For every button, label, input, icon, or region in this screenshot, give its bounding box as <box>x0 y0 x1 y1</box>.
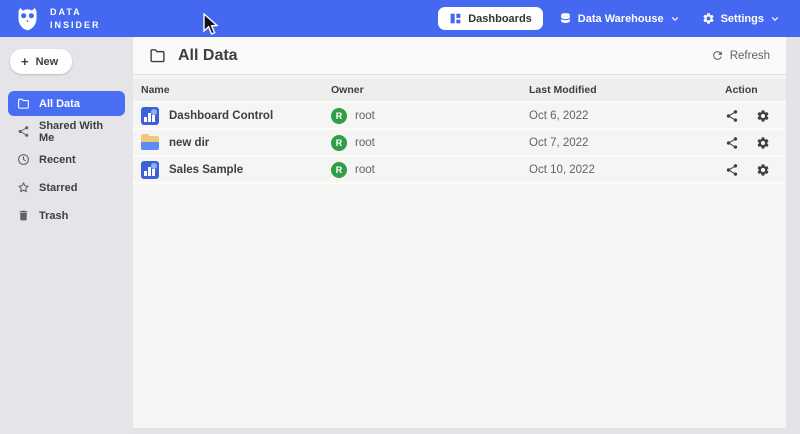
refresh-label: Refresh <box>730 50 770 62</box>
owl-logo-icon <box>14 5 41 32</box>
trash-icon <box>17 209 30 222</box>
owner-name: root <box>355 164 375 176</box>
owner-avatar: R <box>331 108 347 124</box>
owner-avatar: R <box>331 135 347 151</box>
gear-icon <box>702 12 715 25</box>
settings-menu[interactable]: Settings <box>696 7 786 30</box>
main-panel: All Data Refresh Name Owner Last Modifie… <box>133 37 786 428</box>
file-name[interactable]: new dir <box>169 137 209 149</box>
column-header-name: Name <box>133 84 331 96</box>
chevron-down-icon <box>670 14 680 24</box>
table-row[interactable]: Dashboard Control R root Oct 6, 2022 <box>133 103 786 130</box>
brand-name: DATA INSIDER <box>50 6 101 30</box>
last-modified: Oct 7, 2022 <box>529 137 725 149</box>
plus-icon: + <box>21 54 29 69</box>
file-name[interactable]: Dashboard Control <box>169 110 273 122</box>
folder-icon <box>17 97 30 110</box>
table-row[interactable]: new dir R root Oct 7, 2022 <box>133 130 786 157</box>
last-modified: Oct 6, 2022 <box>529 110 725 122</box>
dashboard-file-icon <box>141 107 159 125</box>
refresh-button[interactable]: Refresh <box>711 49 770 62</box>
share-icon <box>17 125 30 138</box>
column-header-last-modified: Last Modified <box>529 84 725 96</box>
folder-icon <box>149 47 166 64</box>
data-table: Name Owner Last Modified Action Dashboar… <box>133 79 786 184</box>
new-button-label: New <box>36 56 59 68</box>
top-nav: Dashboards Data Warehouse Settings <box>438 7 786 30</box>
data-warehouse-label: Data Warehouse <box>578 13 664 25</box>
owner-name: root <box>355 137 375 149</box>
settings-label: Settings <box>721 13 764 25</box>
app-window: DATA INSIDER Dashboards Data Warehouse <box>0 0 800 434</box>
star-icon <box>17 181 30 194</box>
clock-icon <box>17 153 30 166</box>
sidebar-item-shared-with-me[interactable]: Shared With Me <box>8 119 125 144</box>
sidebar-item-starred[interactable]: Starred <box>8 175 125 200</box>
title-bar: All Data Refresh <box>133 37 786 75</box>
sidebar: + New All Data Shared With Me Recent <box>0 37 133 434</box>
owner-avatar: R <box>331 162 347 178</box>
gear-icon[interactable] <box>756 136 770 150</box>
brand[interactable]: DATA INSIDER <box>14 5 101 32</box>
page-title: All Data <box>178 47 238 65</box>
sidebar-item-label: Starred <box>39 182 78 194</box>
new-button[interactable]: + New <box>10 49 72 74</box>
sidebar-item-trash[interactable]: Trash <box>8 203 125 228</box>
sidebar-item-label: Shared With Me <box>39 120 116 144</box>
last-modified: Oct 10, 2022 <box>529 164 725 176</box>
owner-name: root <box>355 110 375 122</box>
file-name[interactable]: Sales Sample <box>169 164 243 176</box>
column-header-owner: Owner <box>331 84 529 96</box>
sidebar-item-all-data[interactable]: All Data <box>8 91 125 116</box>
share-icon[interactable] <box>725 109 739 123</box>
sidebar-item-label: Trash <box>39 210 68 222</box>
share-icon[interactable] <box>725 163 739 177</box>
gear-icon[interactable] <box>756 163 770 177</box>
database-icon <box>559 12 572 25</box>
share-icon[interactable] <box>725 136 739 150</box>
dashboards-grid-icon <box>449 12 462 25</box>
sidebar-item-label: Recent <box>39 154 76 166</box>
dashboard-file-icon <box>141 161 159 179</box>
data-warehouse-menu[interactable]: Data Warehouse <box>553 7 686 30</box>
table-row[interactable]: Sales Sample R root Oct 10, 2022 <box>133 157 786 184</box>
chevron-down-icon <box>770 14 780 24</box>
dashboards-button[interactable]: Dashboards <box>438 7 543 30</box>
sidebar-item-recent[interactable]: Recent <box>8 147 125 172</box>
dashboards-label: Dashboards <box>468 13 532 25</box>
top-header: DATA INSIDER Dashboards Data Warehouse <box>0 0 800 37</box>
column-header-action: Action <box>725 84 786 96</box>
refresh-icon <box>711 49 724 62</box>
sidebar-item-label: All Data <box>39 98 80 110</box>
folder-file-icon <box>141 134 159 152</box>
gear-icon[interactable] <box>756 109 770 123</box>
table-header-row: Name Owner Last Modified Action <box>133 79 786 103</box>
